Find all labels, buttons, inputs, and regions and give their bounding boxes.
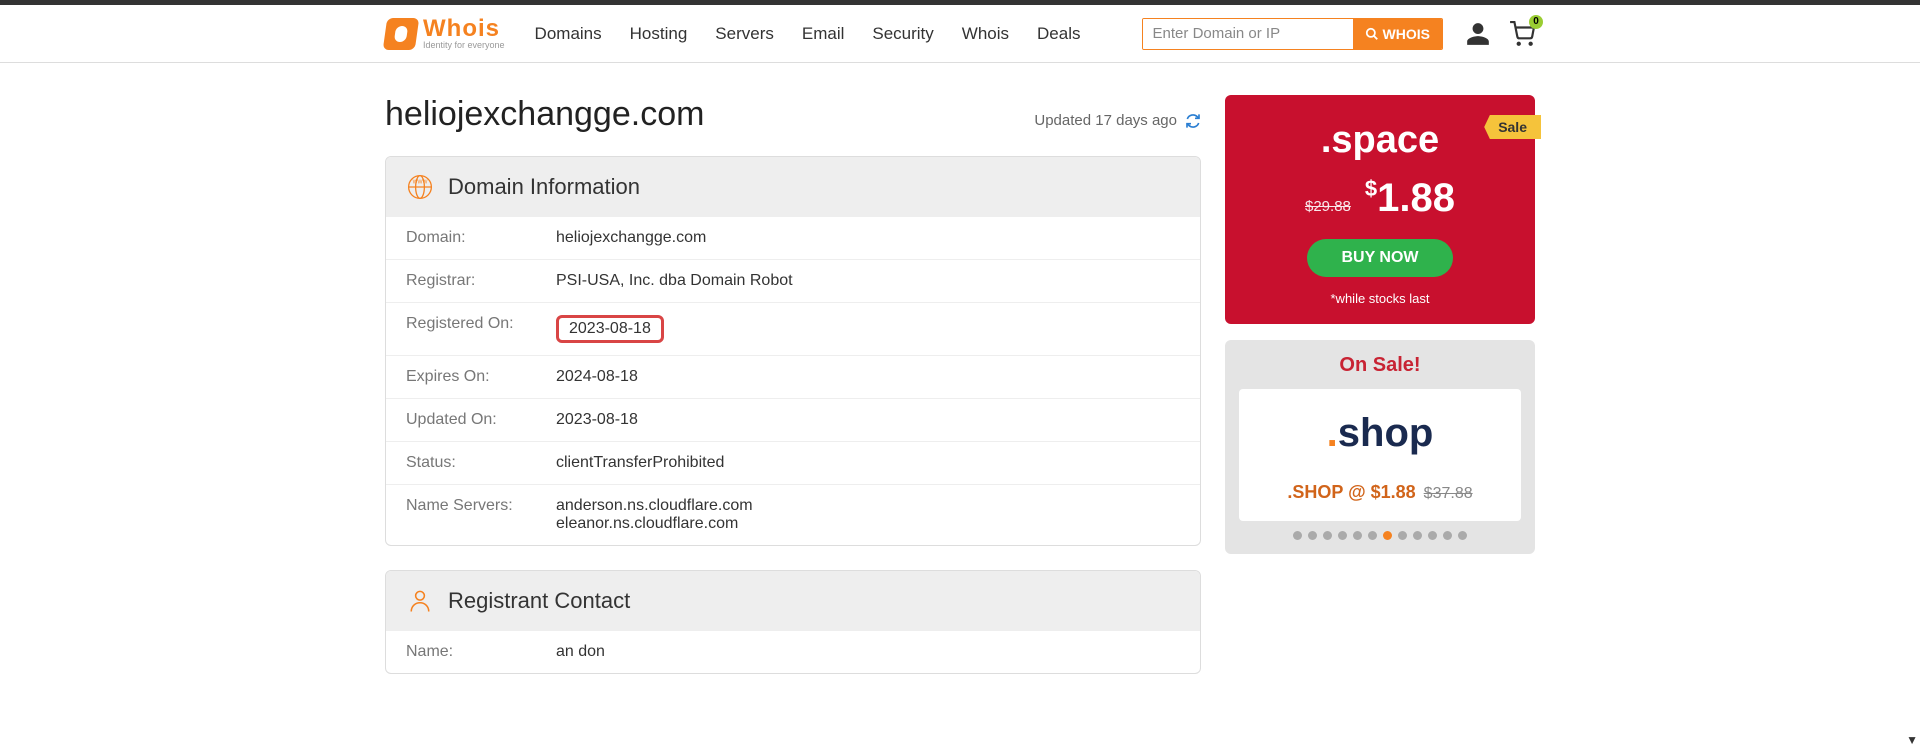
row-status: Status: clientTransferProhibited: [386, 441, 1200, 484]
registrant-heading: Registrant Contact: [448, 588, 630, 614]
search-button[interactable]: WHOIS: [1353, 19, 1442, 49]
onsale-orig: $37.88: [1424, 485, 1473, 503]
value-domain: heliojexchangge.com: [556, 229, 706, 247]
ns-1: anderson.ns.cloudflare.com: [556, 497, 753, 515]
row-registered: Registered On: 2023-08-18: [386, 302, 1200, 355]
logo[interactable]: Whois Identity for everyone: [385, 17, 505, 50]
title-row: heliojexchangge.com Updated 17 days ago: [385, 95, 1201, 134]
value-expires: 2024-08-18: [556, 368, 638, 386]
new-price: $1.88: [1365, 176, 1455, 221]
nav-domains[interactable]: Domains: [535, 24, 602, 44]
nav-deals[interactable]: Deals: [1037, 24, 1080, 44]
row-registrar: Registrar: PSI-USA, Inc. dba Domain Robo…: [386, 259, 1200, 302]
promo-box: Sale .space $29.88 $1.88 BUY NOW *while …: [1225, 95, 1535, 324]
header: Whois Identity for everyone Domains Host…: [385, 5, 1535, 62]
nav-whois[interactable]: Whois: [962, 24, 1009, 44]
value-registrar: PSI-USA, Inc. dba Domain Robot: [556, 272, 793, 290]
onsale-card[interactable]: .shop .SHOP @ $1.88 $37.88: [1239, 389, 1521, 521]
row-domain: Domain: heliojexchangge.com: [386, 217, 1200, 259]
side-column: Sale .space $29.88 $1.88 BUY NOW *while …: [1225, 95, 1535, 698]
domain-info-card: WWW Domain Information Domain: heliojexc…: [385, 156, 1201, 546]
svg-text:WWW: WWW: [413, 180, 428, 186]
onsale-line: .SHOP @ $1.88 $37.88: [1249, 482, 1511, 503]
value-nameservers: anderson.ns.cloudflare.com eleanor.ns.cl…: [556, 497, 753, 533]
value-registered-wrap: 2023-08-18: [556, 315, 664, 343]
label-registrar: Registrar:: [406, 272, 556, 290]
label-expires: Expires On:: [406, 368, 556, 386]
nav-email[interactable]: Email: [802, 24, 845, 44]
ns-2: eleanor.ns.cloudflare.com: [556, 515, 753, 533]
person-icon: [406, 587, 434, 615]
label-nameservers: Name Servers:: [406, 497, 556, 533]
registrant-header: Registrant Contact: [386, 571, 1200, 631]
shop-word: shop: [1338, 411, 1434, 455]
nav-servers[interactable]: Servers: [715, 24, 774, 44]
onsale-box: On Sale! .shop .SHOP @ $1.88 $37.88: [1225, 340, 1535, 554]
value-registered: 2023-08-18: [556, 315, 664, 343]
main-nav: Domains Hosting Servers Email Security W…: [535, 24, 1081, 44]
value-status: clientTransferProhibited: [556, 454, 724, 472]
user-icon[interactable]: [1465, 21, 1491, 47]
label-registered: Registered On:: [406, 315, 556, 343]
nav-hosting[interactable]: Hosting: [630, 24, 688, 44]
nav-security[interactable]: Security: [872, 24, 933, 44]
logo-icon: [383, 18, 419, 50]
shop-logo: .shop: [1249, 411, 1511, 456]
buy-now-button[interactable]: BUY NOW: [1307, 239, 1452, 277]
search-icon: [1365, 27, 1379, 41]
domain-info-table: Domain: heliojexchangge.com Registrar: P…: [386, 217, 1200, 545]
dollar-sign: $: [1365, 176, 1377, 201]
value-updated: 2023-08-18: [556, 411, 638, 429]
label-domain: Domain:: [406, 229, 556, 247]
old-price: $29.88: [1305, 198, 1351, 215]
updated-line: Updated 17 days ago: [1034, 112, 1201, 129]
sale-ribbon: Sale: [1484, 115, 1541, 139]
content: heliojexchangge.com Updated 17 days ago …: [385, 63, 1535, 698]
registrant-table: Name: an don: [386, 631, 1200, 673]
cart-badge: 0: [1529, 15, 1543, 29]
promo-tld: .space: [1239, 119, 1521, 162]
row-nameservers: Name Servers: anderson.ns.cloudflare.com…: [386, 484, 1200, 545]
cart[interactable]: 0: [1509, 21, 1535, 47]
logo-brand: Whois: [423, 17, 505, 41]
www-icon: WWW: [406, 173, 434, 201]
row-updated: Updated On: 2023-08-18: [386, 398, 1200, 441]
label-reg-name: Name:: [406, 643, 556, 661]
label-status: Status:: [406, 454, 556, 472]
onsale-title: On Sale!: [1239, 354, 1521, 377]
logo-tagline: Identity for everyone: [423, 41, 505, 50]
search-input[interactable]: [1143, 19, 1353, 49]
refresh-icon[interactable]: [1185, 113, 1201, 129]
row-expires: Expires On: 2024-08-18: [386, 355, 1200, 398]
main-column: heliojexchangge.com Updated 17 days ago …: [385, 95, 1201, 698]
logo-text: Whois Identity for everyone: [423, 17, 505, 50]
promo-prices: $29.88 $1.88: [1239, 176, 1521, 221]
search-button-label: WHOIS: [1383, 26, 1430, 42]
new-price-val: 1.88: [1377, 176, 1455, 220]
label-updated: Updated On:: [406, 411, 556, 429]
updated-text: Updated 17 days ago: [1034, 112, 1177, 129]
page-title: heliojexchangge.com: [385, 95, 704, 134]
scroll-down-icon[interactable]: ▼: [1906, 733, 1918, 747]
value-reg-name: an don: [556, 643, 605, 661]
row-reg-name: Name: an don: [386, 631, 1200, 673]
promo-note: *while stocks last: [1239, 291, 1521, 306]
carousel-dots[interactable]: [1239, 531, 1521, 540]
domain-info-heading: Domain Information: [448, 174, 640, 200]
registrant-card: Registrant Contact Name: an don: [385, 570, 1201, 674]
search-bar: WHOIS: [1142, 18, 1443, 50]
onsale-deal: .SHOP @ $1.88: [1287, 482, 1415, 503]
domain-info-header: WWW Domain Information: [386, 157, 1200, 217]
